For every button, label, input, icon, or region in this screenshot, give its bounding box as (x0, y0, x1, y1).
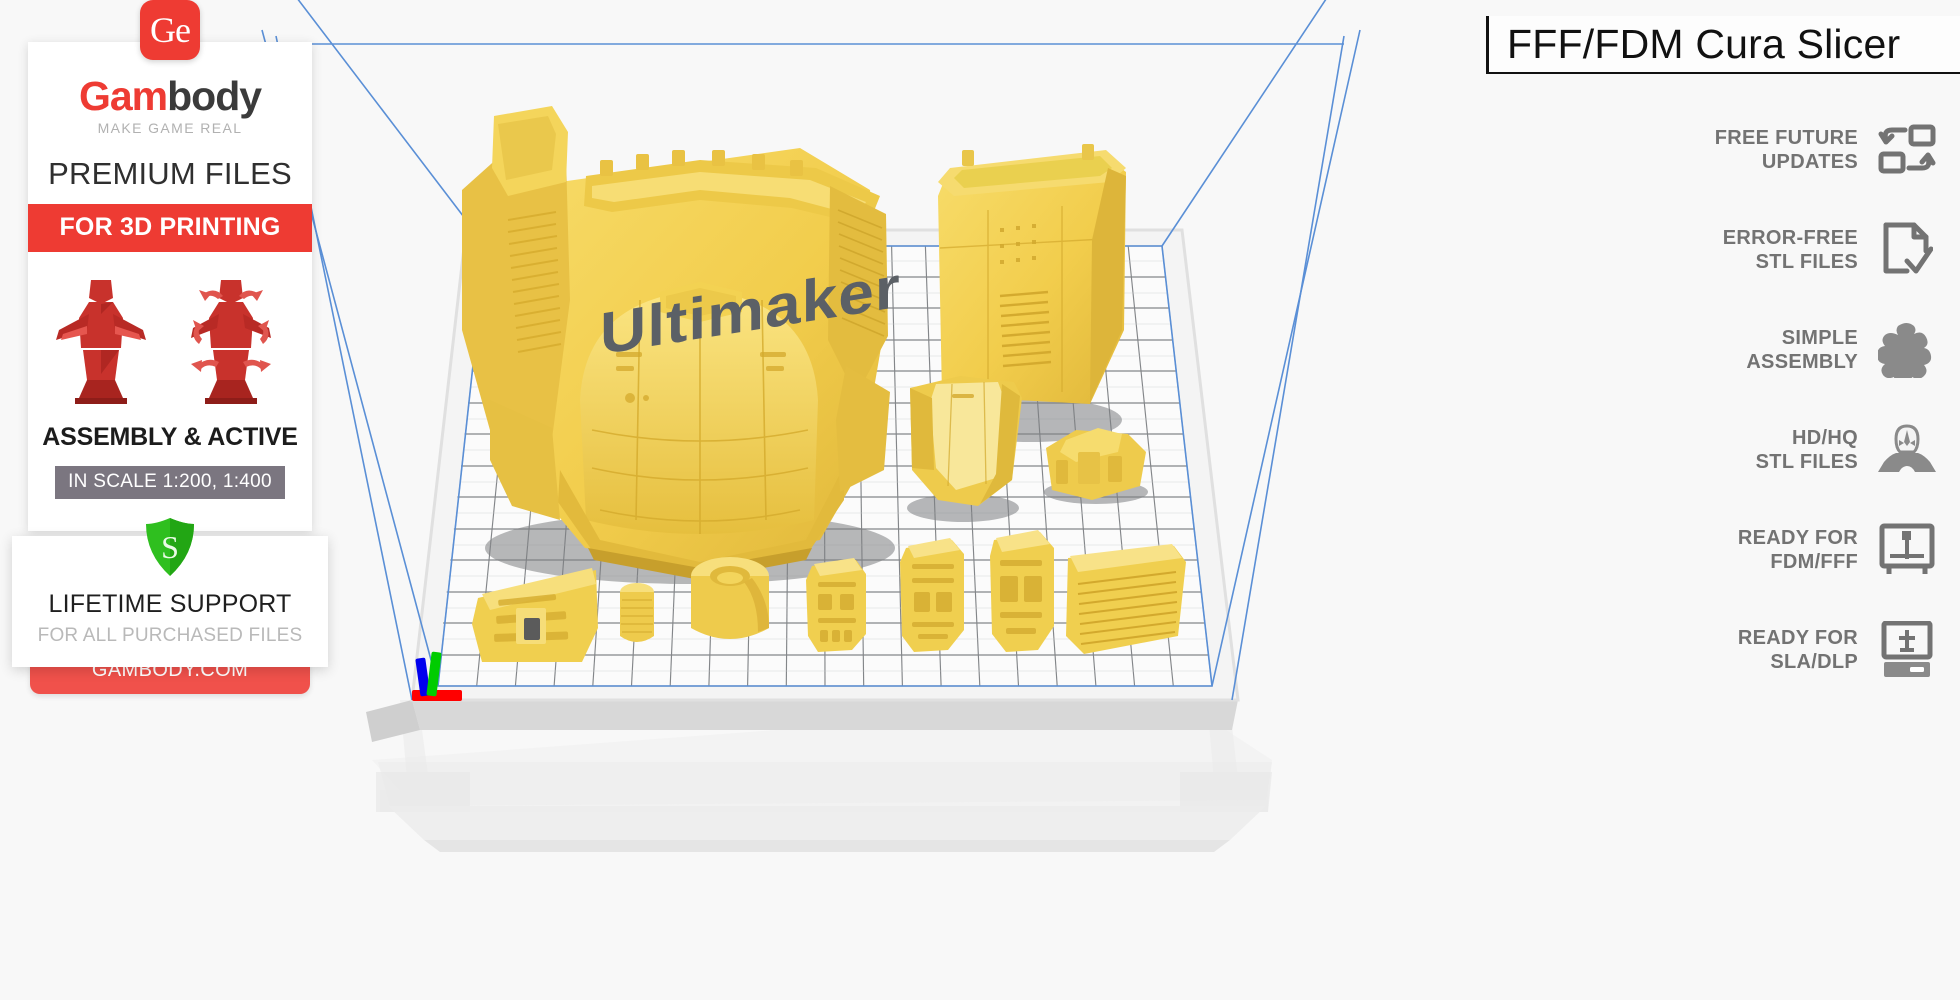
sync-arrows-icon (1876, 119, 1938, 181)
feature-list: FREE FUTURE UPDATES ERROR-FREE STL FILES (1670, 100, 1938, 700)
figure-assembled-icon (53, 274, 149, 411)
feature-label-line2: STL FILES (1723, 250, 1858, 274)
brand-wordmark-part2: body (167, 73, 261, 119)
promo-card: Ge Gambody MAKE GAME REAL PREMIUM FILES … (28, 42, 312, 531)
brand-wordmark-part1: Gam (79, 73, 167, 119)
feature-ready-sla-dlp: READY FOR SLA/DLP (1670, 600, 1938, 700)
feature-label: FREE FUTURE UPDATES (1715, 126, 1858, 175)
feature-label-line1: ERROR-FREE (1723, 226, 1858, 250)
document-check-icon (1876, 219, 1938, 281)
slicer-type-chip: FFF/FDM Cura Slicer (1486, 16, 1960, 74)
promo-subhead: ASSEMBLY & ACTIVE (28, 423, 312, 452)
gambody-logo-badge: Ge (140, 0, 200, 60)
shield-letter: S (161, 529, 179, 565)
model-knurled-cylinder[interactable] (620, 583, 654, 642)
gambody-promo-panel: Ge Gambody MAKE GAME REAL PREMIUM FILES … (28, 42, 312, 531)
feature-label-line1: READY FOR (1738, 526, 1858, 550)
hero-bust-icon (1876, 419, 1938, 481)
feature-label: READY FOR SLA/DLP (1738, 626, 1858, 675)
feature-label-line2: UPDATES (1715, 150, 1858, 174)
screenshot-root: Ultimaker FFF/FDM Cura Slicer FREE FUTUR… (0, 0, 1960, 1000)
promo-headline: PREMIUM FILES (28, 156, 312, 192)
slicer-type-label: FFF/FDM Cura Slicer (1507, 21, 1900, 68)
axis-x-arrow (412, 690, 462, 701)
feature-label-line2: ASSEMBLY (1746, 350, 1858, 374)
feature-error-free-stl: ERROR-FREE STL FILES (1670, 200, 1938, 300)
model-tall-slab[interactable] (938, 144, 1126, 404)
fdm-printer-icon (1876, 519, 1938, 581)
support-subtitle: FOR ALL PURCHASED FILES (12, 625, 328, 647)
feature-label: SIMPLE ASSEMBLY (1746, 326, 1858, 375)
sla-printer-icon (1876, 619, 1938, 681)
feature-label-line1: READY FOR (1738, 626, 1858, 650)
model-detail-plate-b[interactable] (900, 538, 964, 652)
promo-ribbon: FOR 3D PRINTING (28, 204, 312, 252)
feature-label-line1: FREE FUTURE (1715, 126, 1858, 150)
feature-ready-fdm-fff: READY FOR FDM/FFF (1670, 500, 1938, 600)
promo-figures (28, 252, 312, 417)
feature-label-line1: HD/HQ (1756, 426, 1858, 450)
feature-free-future-updates: FREE FUTURE UPDATES (1670, 100, 1938, 200)
model-ribbed-panel[interactable] (1066, 544, 1186, 654)
promo-scale-badge: IN SCALE 1:200, 1:400 (55, 466, 285, 499)
support-title: LIFETIME SUPPORT (12, 590, 328, 619)
feature-label: HD/HQ STL FILES (1756, 426, 1858, 475)
feature-label: ERROR-FREE STL FILES (1723, 226, 1858, 275)
feature-label-line2: FDM/FFF (1738, 550, 1858, 574)
brand-tagline: MAKE GAME REAL (28, 120, 312, 136)
feature-label: READY FOR FDM/FFF (1738, 526, 1858, 575)
feature-label-line2: STL FILES (1756, 450, 1858, 474)
model-ring-cylinder[interactable] (691, 557, 769, 639)
brand-wordmark: Gambody (28, 76, 312, 117)
support-shield-icon: S (143, 516, 197, 583)
feature-label-line2: SLA/DLP (1738, 650, 1858, 674)
figure-articulated-icon (175, 274, 287, 411)
model-detail-plate-c[interactable] (990, 530, 1054, 652)
feature-hd-hq-stl: HD/HQ STL FILES (1670, 400, 1938, 500)
feature-simple-assembly: SIMPLE ASSEMBLY (1670, 300, 1938, 400)
logo-ge-text: Ge (150, 12, 190, 48)
puzzle-piece-icon (1876, 319, 1938, 381)
feature-label-line1: SIMPLE (1746, 326, 1858, 350)
model-detail-plate-a[interactable] (806, 558, 866, 652)
